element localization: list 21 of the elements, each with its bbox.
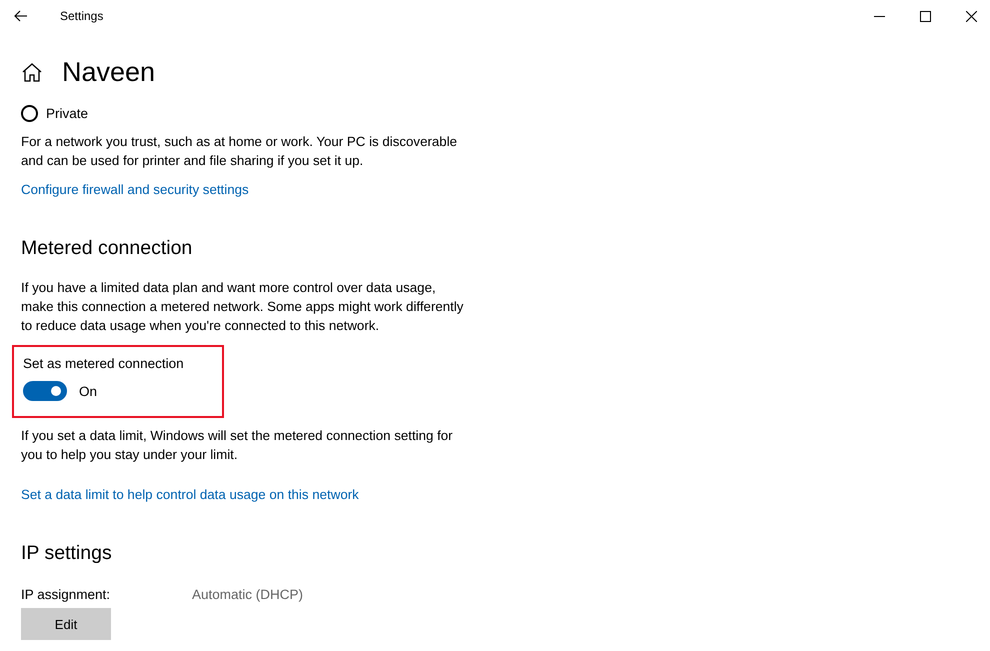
edit-button[interactable]: Edit — [21, 608, 111, 640]
home-icon[interactable] — [22, 62, 42, 82]
back-arrow-icon[interactable] — [14, 10, 28, 22]
page-title: Naveen — [62, 56, 156, 88]
toggle-state: On — [79, 384, 98, 398]
maximize-icon[interactable] — [920, 10, 931, 22]
radio-button[interactable] — [21, 105, 38, 122]
field-label: IP assignment: — [21, 587, 112, 602]
firewall-link[interactable]: Configure firewall and security settings — [21, 182, 990, 197]
close-icon[interactable] — [966, 10, 977, 22]
window-title: Settings — [60, 9, 104, 23]
radio-label: Private — [46, 106, 88, 121]
description-text: For a network you trust, such as at home or work. Your PC is discoverable and can be used for printer and file sharing if you set it up. — [21, 133, 458, 170]
field-value: Automatic (DHCP) — [192, 587, 304, 602]
toggle-switch[interactable] — [23, 381, 67, 401]
data-limit-link[interactable]: Set a data limit to help control data usage on this network — [21, 487, 990, 502]
section-heading: IP settings — [21, 542, 113, 565]
toggle-label: Set as metered connection — [23, 356, 184, 371]
note-text: If you set a data limit, Windows will set the metered connection setting for you to help you stay under your limit. — [21, 427, 454, 464]
description-text: If you have a limited data plan and want more control over data usage, make this connection a metered network. Some apps might work differently to reduce data usage when you're connected to this network. — [21, 279, 464, 335]
section-heading: Metered connection — [21, 237, 194, 260]
